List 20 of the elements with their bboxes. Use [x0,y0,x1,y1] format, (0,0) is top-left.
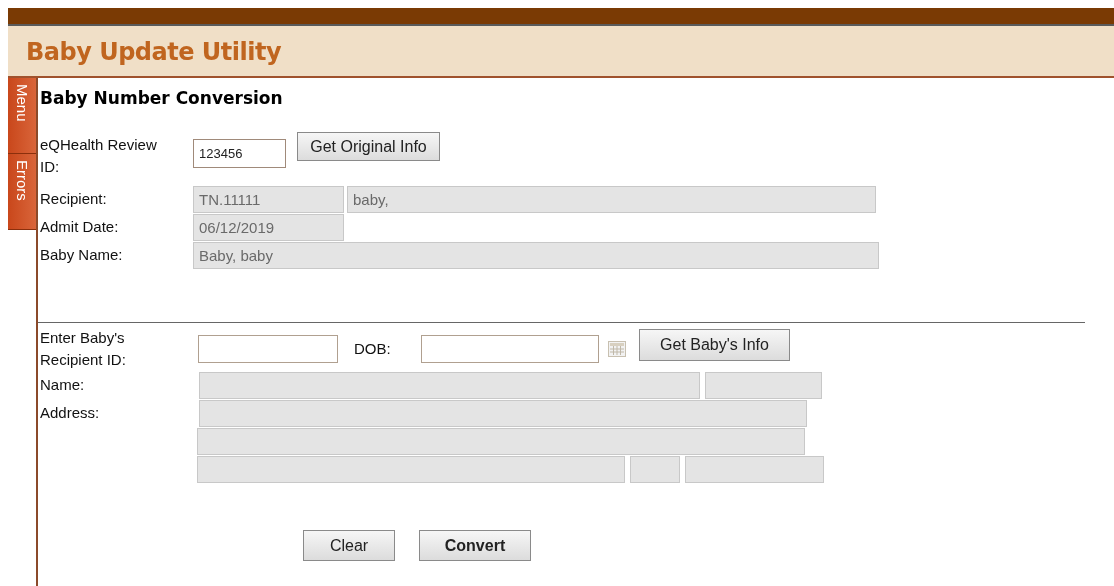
field-label: Address: [40,403,101,423]
calendar-icon[interactable] [607,339,627,359]
form-button[interactable]: Convert [419,530,531,561]
app-title: Baby Update Utility [25,37,282,66]
side-tab[interactable]: Errors [8,154,36,230]
form-button[interactable]: Clear [303,530,395,561]
get-babys-info-button[interactable]: Get Baby's Info [639,329,790,361]
field-label: Recipient: [40,189,108,209]
field-label: eQHealth Review ID: [40,135,158,177]
section-title: Baby Number Conversion [40,88,284,110]
field-label: Name: [40,375,86,395]
review-id-field[interactable]: 123456 [193,139,286,168]
get-original-info-button[interactable]: Get Original Info [297,132,440,161]
baby-recipient-id-field[interactable] [198,335,338,363]
field-label: Admit Date: [40,217,120,237]
side-tab[interactable]: Menu [8,78,36,154]
field-label: DOB: [354,339,392,359]
dob-field[interactable] [421,335,599,363]
field-label: Enter Baby's Recipient ID: [40,328,127,370]
field-label: Baby Name: [40,245,124,265]
